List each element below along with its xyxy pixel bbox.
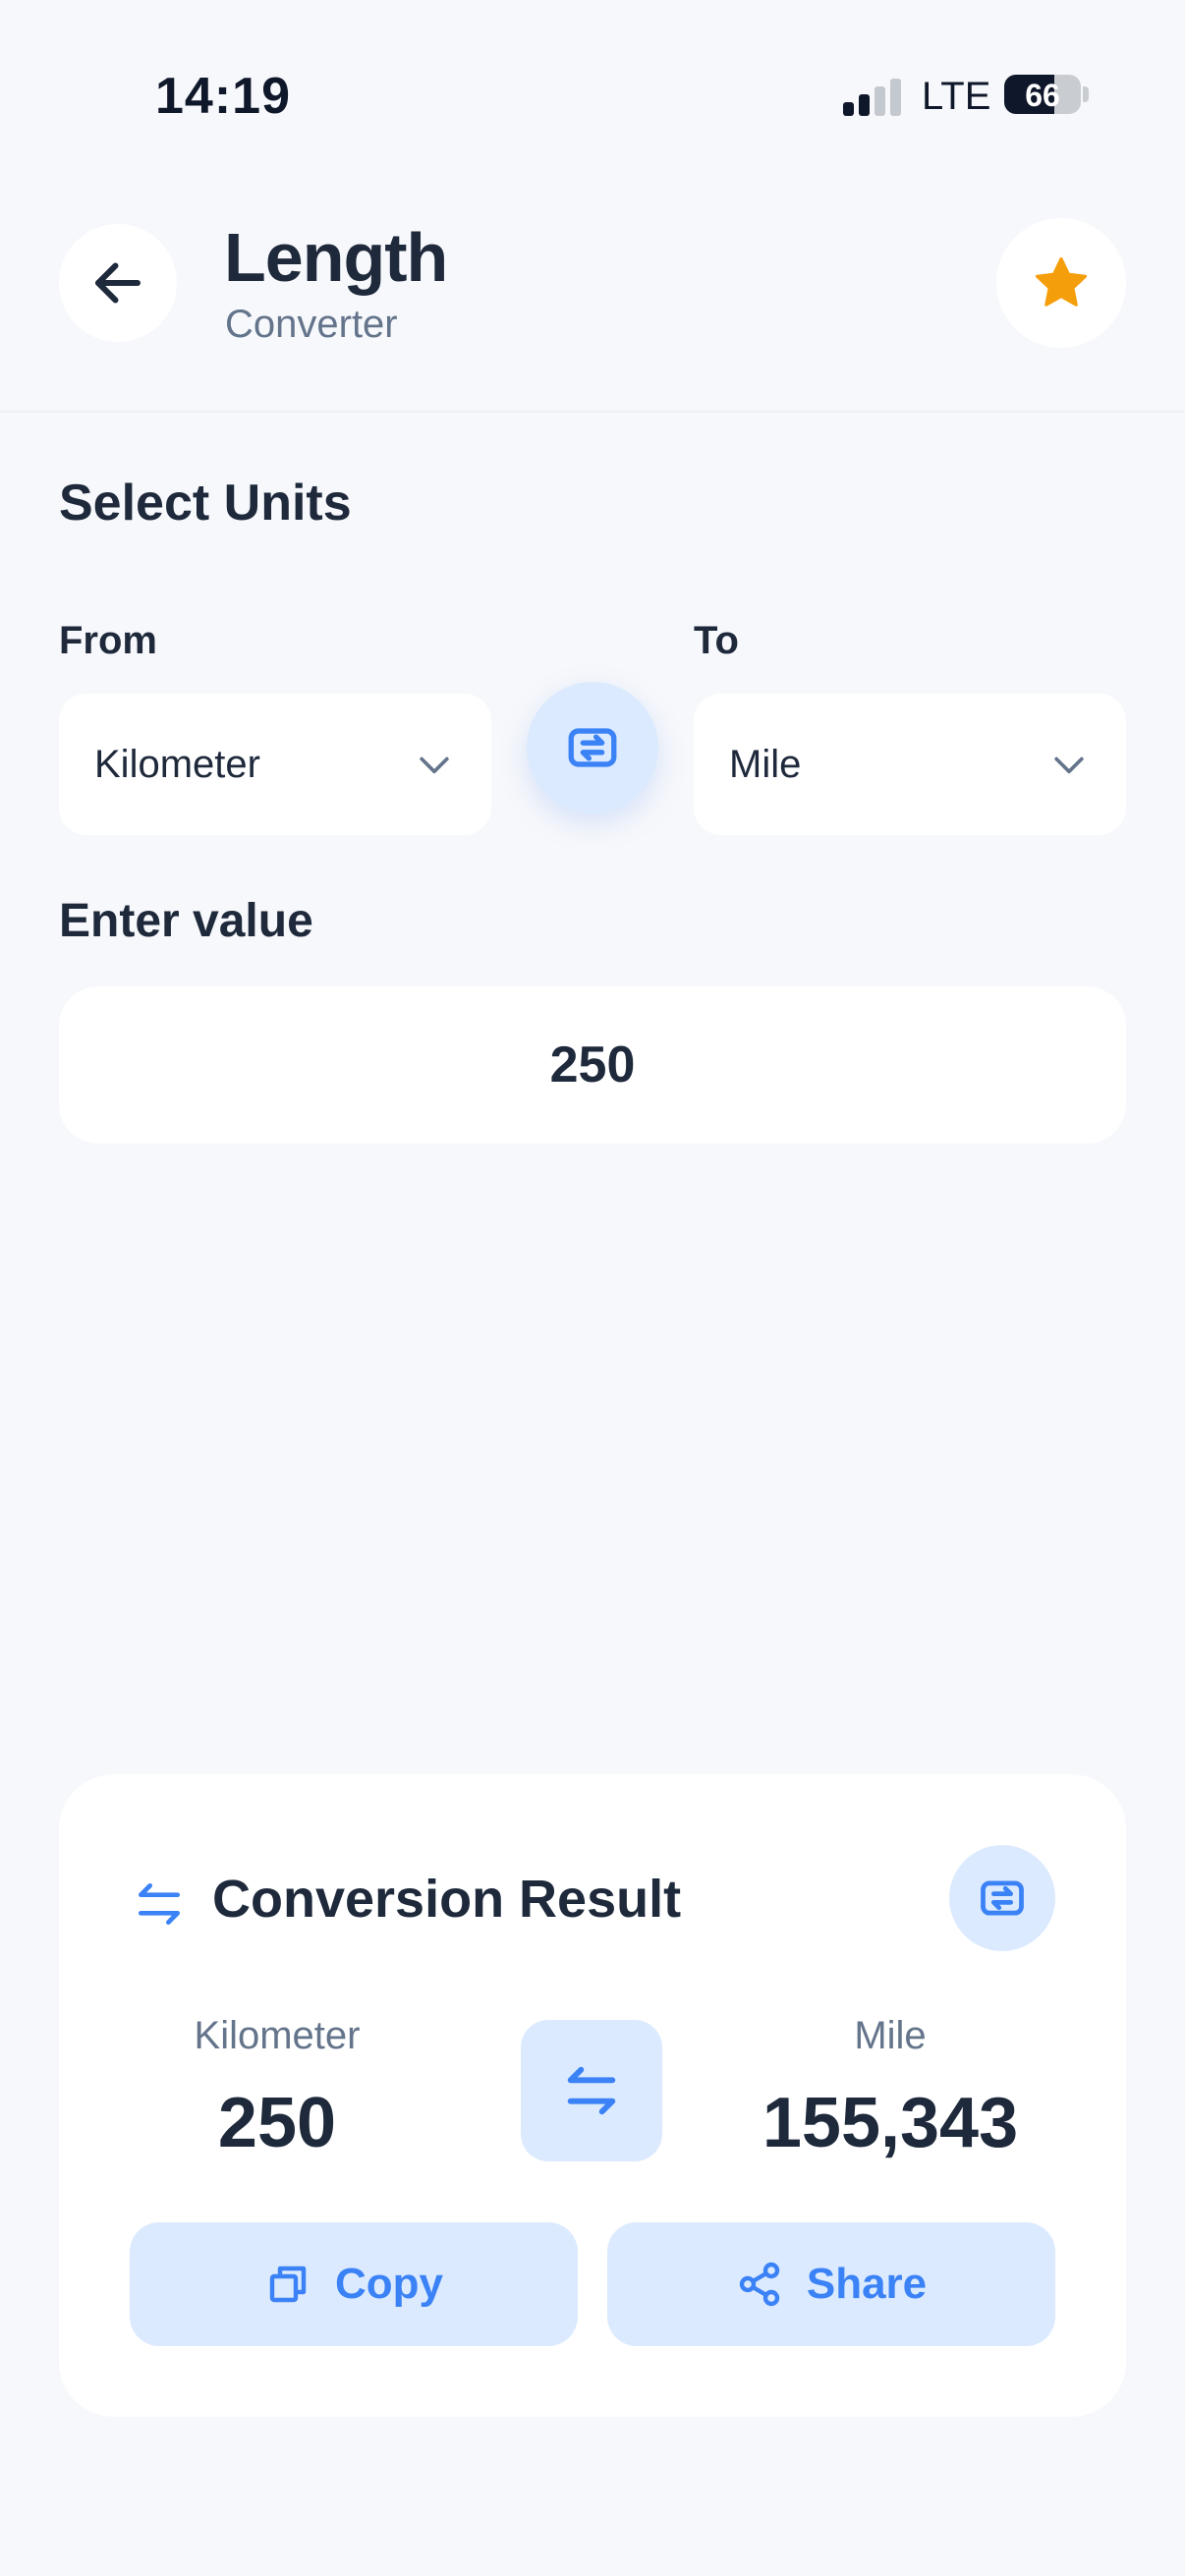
arrows-left-right-icon — [567, 2066, 616, 2115]
result-title: Conversion Result — [212, 1870, 682, 1929]
chevron-down-icon — [1054, 756, 1084, 774]
swap-units-button[interactable] — [527, 682, 658, 813]
value-input[interactable] — [59, 986, 1126, 1144]
from-unit-value: Kilometer — [94, 742, 260, 786]
network-type: LTE — [922, 75, 991, 118]
chevron-down-icon — [420, 756, 449, 774]
app-header: Length Converter — [0, 196, 1185, 413]
result-swap-button[interactable] — [949, 1845, 1055, 1951]
copy-button[interactable]: Copy — [130, 2222, 578, 2346]
battery-icon: 66 — [1004, 75, 1081, 114]
page-subtitle: Converter — [225, 303, 398, 346]
battery-level: 66 — [1025, 78, 1060, 113]
share-icon — [739, 2262, 780, 2307]
favorite-button[interactable] — [996, 218, 1126, 348]
copy-label: Copy — [335, 2260, 443, 2308]
result-to-unit: Mile — [854, 2014, 927, 2057]
enter-value-label: Enter value — [59, 895, 313, 947]
copy-icon — [269, 2266, 307, 2303]
to-label: To — [694, 619, 739, 662]
result-to-value: 155,343 — [762, 2084, 1019, 2162]
result-from-value: 250 — [217, 2084, 337, 2162]
conversion-result-card: Conversion Result Kilometer 250 Mile 155… — [59, 1774, 1126, 2417]
star-icon — [1035, 256, 1088, 307]
swap-icon — [568, 728, 617, 767]
back-button[interactable] — [59, 224, 177, 342]
battery-tip — [1083, 86, 1089, 102]
swap-icon — [981, 1880, 1024, 1916]
from-label: From — [59, 619, 157, 662]
status-time: 14:19 — [155, 68, 291, 125]
share-button[interactable]: Share — [607, 2222, 1055, 2346]
share-label: Share — [806, 2260, 928, 2308]
select-units-heading: Select Units — [59, 475, 352, 532]
page-title: Length — [224, 219, 448, 296]
arrows-left-right-icon — [139, 1883, 181, 1925]
from-unit-select[interactable]: Kilometer — [59, 694, 491, 835]
result-from-unit: Kilometer — [194, 2014, 361, 2057]
to-unit-select[interactable]: Mile — [694, 694, 1126, 835]
status-bar: 14:19 LTE 66 — [0, 0, 1185, 147]
to-unit-value: Mile — [729, 742, 802, 786]
signal-icon — [843, 77, 902, 116]
back-arrow-icon — [95, 262, 141, 304]
reverse-conversion-button[interactable] — [521, 2020, 662, 2161]
